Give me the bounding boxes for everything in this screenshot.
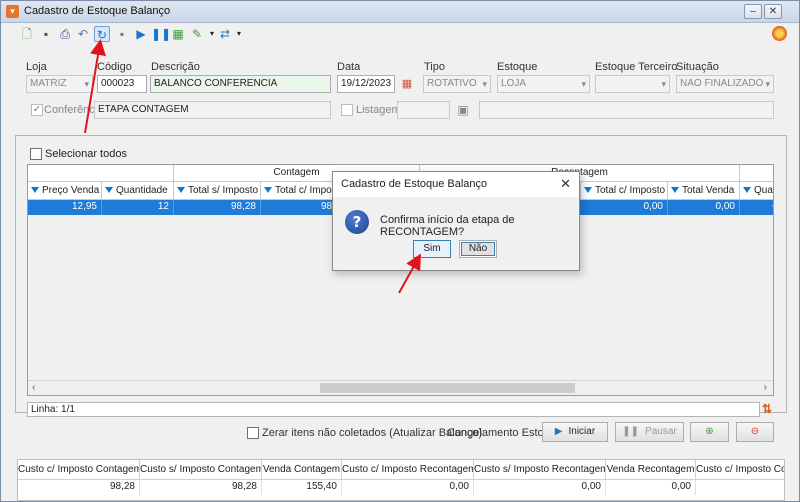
app-window: ▾ Cadastro de Estoque Balanço – ✕ 🗋 ▪ ⎙ … [0, 0, 800, 502]
annotation-arrows [84, 39, 421, 294]
annotation-arrow-refresh [84, 39, 106, 134]
annotation-arrow-sim [398, 253, 421, 294]
